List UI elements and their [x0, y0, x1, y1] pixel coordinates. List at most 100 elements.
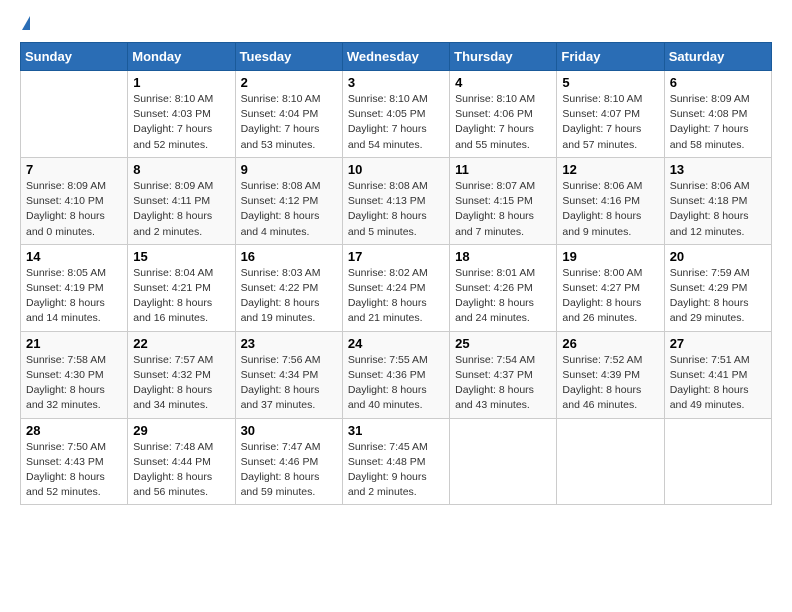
day-number: 13 [670, 162, 766, 177]
day-info: Sunrise: 8:00 AMSunset: 4:27 PMDaylight:… [562, 266, 658, 327]
day-info: Sunrise: 7:48 AMSunset: 4:44 PMDaylight:… [133, 440, 229, 501]
day-number: 21 [26, 336, 122, 351]
day-info: Sunrise: 7:47 AMSunset: 4:46 PMDaylight:… [241, 440, 337, 501]
logo [20, 16, 30, 30]
calendar-cell: 6 Sunrise: 8:09 AMSunset: 4:08 PMDayligh… [664, 71, 771, 158]
calendar-week-row: 7 Sunrise: 8:09 AMSunset: 4:10 PMDayligh… [21, 157, 772, 244]
calendar-week-row: 21 Sunrise: 7:58 AMSunset: 4:30 PMDaylig… [21, 331, 772, 418]
day-number: 3 [348, 75, 444, 90]
day-info: Sunrise: 8:07 AMSunset: 4:15 PMDaylight:… [455, 179, 551, 240]
day-number: 17 [348, 249, 444, 264]
calendar-cell: 24 Sunrise: 7:55 AMSunset: 4:36 PMDaylig… [342, 331, 449, 418]
calendar-cell: 20 Sunrise: 7:59 AMSunset: 4:29 PMDaylig… [664, 244, 771, 331]
day-info: Sunrise: 8:01 AMSunset: 4:26 PMDaylight:… [455, 266, 551, 327]
day-number: 20 [670, 249, 766, 264]
day-number: 22 [133, 336, 229, 351]
day-number: 19 [562, 249, 658, 264]
day-info: Sunrise: 8:10 AMSunset: 4:04 PMDaylight:… [241, 92, 337, 153]
day-info: Sunrise: 7:57 AMSunset: 4:32 PMDaylight:… [133, 353, 229, 414]
calendar-cell: 18 Sunrise: 8:01 AMSunset: 4:26 PMDaylig… [450, 244, 557, 331]
calendar-cell: 21 Sunrise: 7:58 AMSunset: 4:30 PMDaylig… [21, 331, 128, 418]
logo-triangle-icon [22, 16, 30, 30]
day-info: Sunrise: 7:54 AMSunset: 4:37 PMDaylight:… [455, 353, 551, 414]
calendar-cell: 9 Sunrise: 8:08 AMSunset: 4:12 PMDayligh… [235, 157, 342, 244]
calendar-cell: 19 Sunrise: 8:00 AMSunset: 4:27 PMDaylig… [557, 244, 664, 331]
day-number: 31 [348, 423, 444, 438]
day-number: 11 [455, 162, 551, 177]
calendar-week-row: 14 Sunrise: 8:05 AMSunset: 4:19 PMDaylig… [21, 244, 772, 331]
day-number: 7 [26, 162, 122, 177]
calendar-cell: 15 Sunrise: 8:04 AMSunset: 4:21 PMDaylig… [128, 244, 235, 331]
calendar-cell: 7 Sunrise: 8:09 AMSunset: 4:10 PMDayligh… [21, 157, 128, 244]
day-info: Sunrise: 7:56 AMSunset: 4:34 PMDaylight:… [241, 353, 337, 414]
day-info: Sunrise: 8:06 AMSunset: 4:16 PMDaylight:… [562, 179, 658, 240]
day-number: 30 [241, 423, 337, 438]
calendar-cell: 30 Sunrise: 7:47 AMSunset: 4:46 PMDaylig… [235, 418, 342, 505]
calendar-cell: 3 Sunrise: 8:10 AMSunset: 4:05 PMDayligh… [342, 71, 449, 158]
day-number: 8 [133, 162, 229, 177]
calendar-cell: 8 Sunrise: 8:09 AMSunset: 4:11 PMDayligh… [128, 157, 235, 244]
day-number: 27 [670, 336, 766, 351]
calendar-cell: 2 Sunrise: 8:10 AMSunset: 4:04 PMDayligh… [235, 71, 342, 158]
day-info: Sunrise: 7:52 AMSunset: 4:39 PMDaylight:… [562, 353, 658, 414]
day-info: Sunrise: 8:09 AMSunset: 4:10 PMDaylight:… [26, 179, 122, 240]
calendar-cell [664, 418, 771, 505]
day-number: 15 [133, 249, 229, 264]
calendar-cell: 5 Sunrise: 8:10 AMSunset: 4:07 PMDayligh… [557, 71, 664, 158]
day-number: 5 [562, 75, 658, 90]
weekday-header-saturday: Saturday [664, 43, 771, 71]
day-info: Sunrise: 7:55 AMSunset: 4:36 PMDaylight:… [348, 353, 444, 414]
calendar-cell: 12 Sunrise: 8:06 AMSunset: 4:16 PMDaylig… [557, 157, 664, 244]
calendar-cell [557, 418, 664, 505]
day-number: 14 [26, 249, 122, 264]
header [20, 16, 772, 30]
calendar-cell: 4 Sunrise: 8:10 AMSunset: 4:06 PMDayligh… [450, 71, 557, 158]
day-info: Sunrise: 8:10 AMSunset: 4:07 PMDaylight:… [562, 92, 658, 153]
day-number: 23 [241, 336, 337, 351]
day-number: 25 [455, 336, 551, 351]
weekday-header-tuesday: Tuesday [235, 43, 342, 71]
day-info: Sunrise: 7:59 AMSunset: 4:29 PMDaylight:… [670, 266, 766, 327]
day-info: Sunrise: 8:02 AMSunset: 4:24 PMDaylight:… [348, 266, 444, 327]
calendar-cell: 1 Sunrise: 8:10 AMSunset: 4:03 PMDayligh… [128, 71, 235, 158]
day-number: 12 [562, 162, 658, 177]
weekday-header-sunday: Sunday [21, 43, 128, 71]
day-number: 18 [455, 249, 551, 264]
weekday-header-wednesday: Wednesday [342, 43, 449, 71]
day-info: Sunrise: 8:09 AMSunset: 4:11 PMDaylight:… [133, 179, 229, 240]
day-info: Sunrise: 7:58 AMSunset: 4:30 PMDaylight:… [26, 353, 122, 414]
calendar-cell: 13 Sunrise: 8:06 AMSunset: 4:18 PMDaylig… [664, 157, 771, 244]
day-number: 6 [670, 75, 766, 90]
day-number: 10 [348, 162, 444, 177]
day-info: Sunrise: 8:05 AMSunset: 4:19 PMDaylight:… [26, 266, 122, 327]
day-info: Sunrise: 7:50 AMSunset: 4:43 PMDaylight:… [26, 440, 122, 501]
calendar-week-row: 28 Sunrise: 7:50 AMSunset: 4:43 PMDaylig… [21, 418, 772, 505]
calendar-cell: 10 Sunrise: 8:08 AMSunset: 4:13 PMDaylig… [342, 157, 449, 244]
day-info: Sunrise: 8:10 AMSunset: 4:03 PMDaylight:… [133, 92, 229, 153]
day-info: Sunrise: 8:06 AMSunset: 4:18 PMDaylight:… [670, 179, 766, 240]
calendar-week-row: 1 Sunrise: 8:10 AMSunset: 4:03 PMDayligh… [21, 71, 772, 158]
weekday-header-thursday: Thursday [450, 43, 557, 71]
day-number: 28 [26, 423, 122, 438]
day-number: 29 [133, 423, 229, 438]
day-info: Sunrise: 8:10 AMSunset: 4:06 PMDaylight:… [455, 92, 551, 153]
day-number: 9 [241, 162, 337, 177]
calendar-cell: 22 Sunrise: 7:57 AMSunset: 4:32 PMDaylig… [128, 331, 235, 418]
day-info: Sunrise: 8:09 AMSunset: 4:08 PMDaylight:… [670, 92, 766, 153]
calendar-cell [21, 71, 128, 158]
calendar-cell: 14 Sunrise: 8:05 AMSunset: 4:19 PMDaylig… [21, 244, 128, 331]
day-info: Sunrise: 8:08 AMSunset: 4:13 PMDaylight:… [348, 179, 444, 240]
calendar-cell: 27 Sunrise: 7:51 AMSunset: 4:41 PMDaylig… [664, 331, 771, 418]
calendar-cell: 28 Sunrise: 7:50 AMSunset: 4:43 PMDaylig… [21, 418, 128, 505]
day-number: 16 [241, 249, 337, 264]
day-info: Sunrise: 7:45 AMSunset: 4:48 PMDaylight:… [348, 440, 444, 501]
weekday-header-friday: Friday [557, 43, 664, 71]
calendar-cell: 17 Sunrise: 8:02 AMSunset: 4:24 PMDaylig… [342, 244, 449, 331]
day-info: Sunrise: 8:10 AMSunset: 4:05 PMDaylight:… [348, 92, 444, 153]
calendar-cell: 16 Sunrise: 8:03 AMSunset: 4:22 PMDaylig… [235, 244, 342, 331]
calendar-table: SundayMondayTuesdayWednesdayThursdayFrid… [20, 42, 772, 505]
day-info: Sunrise: 7:51 AMSunset: 4:41 PMDaylight:… [670, 353, 766, 414]
day-info: Sunrise: 8:03 AMSunset: 4:22 PMDaylight:… [241, 266, 337, 327]
calendar-cell: 25 Sunrise: 7:54 AMSunset: 4:37 PMDaylig… [450, 331, 557, 418]
day-number: 24 [348, 336, 444, 351]
